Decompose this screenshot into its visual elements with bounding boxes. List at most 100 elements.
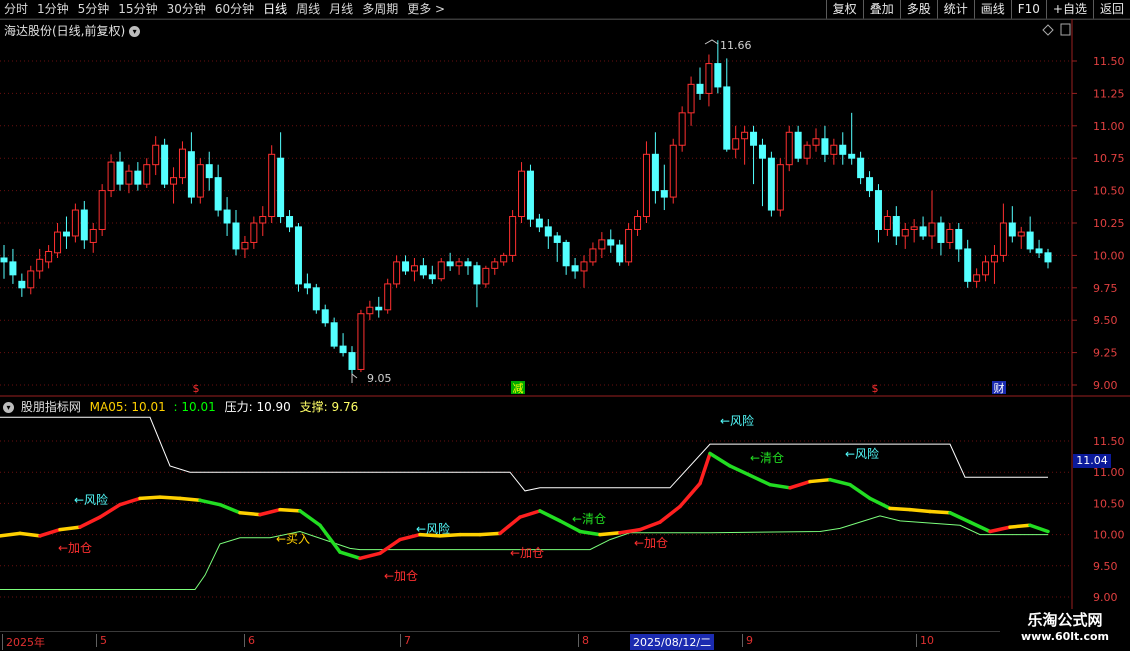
ma-seg-48 — [948, 511, 972, 524]
candle-body-103 — [919, 226, 927, 237]
candle-body-73 — [651, 153, 659, 192]
candle-body-82 — [732, 138, 740, 150]
candle-body-115 — [1026, 231, 1034, 250]
indicator-annotation-10: ←风险 — [845, 446, 879, 461]
ma-seg-35 — [698, 451, 712, 486]
ma-seg-0 — [0, 531, 22, 538]
price-axis-label-5: 10.25 — [1093, 217, 1125, 230]
candle-body-99 — [883, 216, 891, 230]
candle-body-74 — [660, 190, 668, 198]
marker-dollar-1: $ — [193, 382, 200, 395]
price-axis-label-3: 10.75 — [1093, 152, 1125, 165]
indicator-annotation-2: ←买入 — [276, 532, 310, 546]
candle-body-95 — [848, 153, 856, 159]
ma-seg-3 — [58, 525, 82, 532]
ma-seg-24 — [478, 531, 502, 537]
candle-body-13 — [116, 161, 124, 185]
candle-body-23 — [205, 164, 213, 179]
candle-body-4 — [36, 258, 44, 272]
candle-body-51 — [455, 261, 463, 267]
candle-body-84 — [750, 131, 758, 146]
candle-body-96 — [857, 157, 865, 179]
ind-axis-label-0: 11.50 — [1093, 435, 1125, 448]
candle-body-77 — [687, 83, 695, 114]
ma-seg-11 — [218, 502, 242, 515]
candle-body-91 — [812, 138, 820, 146]
candle-body-87 — [776, 164, 784, 211]
indicator-name: 股朋指标网 — [20, 400, 81, 414]
indicator-annotation-4: ←加仓 — [384, 569, 418, 583]
candle-body-112 — [999, 222, 1007, 256]
ma-seg-10 — [198, 498, 222, 507]
candle-body-40 — [357, 313, 365, 370]
ma-seg-13 — [258, 507, 282, 517]
candle-body-66 — [589, 248, 597, 263]
candle-body-57 — [509, 216, 517, 256]
candle-body-17 — [152, 144, 160, 166]
pressure-label: 压力: 10.90 — [224, 400, 291, 414]
high-price-label: 11.66 — [720, 39, 752, 52]
ma-seg-42 — [828, 477, 852, 487]
candle-body-61 — [544, 226, 552, 237]
candle-body-18 — [161, 144, 169, 185]
candle-body-29 — [259, 216, 267, 224]
candle-body-89 — [794, 131, 802, 159]
candle-body-25 — [223, 209, 231, 224]
ind-axis-label-5: 9.00 — [1093, 591, 1118, 604]
candle-body-109 — [973, 274, 981, 282]
indicator-annotation-7: ←加仓 — [634, 536, 668, 550]
ma-seg-9 — [178, 496, 202, 503]
ind-axis-label-3: 10.00 — [1093, 529, 1125, 542]
ma-seg-18 — [358, 551, 382, 561]
candle-body-46 — [410, 265, 418, 272]
candle-body-81 — [723, 86, 731, 150]
candle-body-19 — [170, 177, 178, 185]
ma-seg-45 — [888, 506, 912, 512]
kline-chart[interactable]: 11.50 11.25 11.00 10.75 10.50 10.25 10.00 9.75 9… — [0, 0, 1130, 650]
candle-body-43 — [384, 283, 392, 311]
date-label-6: 9 — [742, 634, 753, 647]
candle-body-72 — [642, 153, 650, 218]
price-axis-label-10: 9.00 — [1093, 379, 1118, 392]
candle-body-110 — [982, 261, 990, 276]
price-axis-label-0: 11.50 — [1093, 55, 1125, 68]
marker-reduce: 减 — [513, 382, 524, 395]
ma-seg-1 — [18, 531, 42, 538]
candle-body-0 — [0, 257, 8, 263]
candle-body-114 — [1017, 231, 1025, 237]
candle-body-75 — [669, 144, 677, 198]
candle-body-113 — [1008, 222, 1016, 237]
ma-seg-36 — [708, 451, 732, 468]
ma-seg-39 — [768, 482, 792, 490]
candle-body-34 — [303, 283, 311, 289]
ma-seg-27 — [538, 509, 562, 523]
indicator-annotation-3: ←风险 — [416, 521, 450, 536]
candle-body-1 — [9, 261, 17, 276]
ma-seg-25 — [498, 515, 522, 536]
candle-body-36 — [321, 309, 329, 324]
candle-body-21 — [187, 151, 195, 198]
ma-seg-52 — [1028, 523, 1050, 534]
support-label: 支撑: 9.76 — [299, 400, 359, 414]
chevron-down-icon-2[interactable]: ▾ — [3, 402, 14, 413]
candle-body-28 — [250, 222, 258, 243]
candle-body-26 — [232, 222, 240, 250]
ma-seg-38 — [748, 473, 772, 487]
ma-seg-49 — [968, 520, 992, 534]
ma-seg-17 — [338, 550, 362, 561]
candle-body-12 — [107, 161, 115, 192]
current-price-tag: 11.04 — [1073, 454, 1111, 468]
candle-body-111 — [990, 254, 998, 263]
candle-body-37 — [330, 322, 338, 347]
ma-seg-7 — [138, 495, 162, 501]
candle-body-47 — [419, 265, 427, 276]
candle-body-90 — [803, 144, 811, 159]
candle-body-54 — [482, 267, 490, 285]
candle-body-67 — [598, 239, 606, 250]
ma-seg-41 — [808, 477, 832, 484]
ma-seg-8 — [158, 495, 182, 501]
ma-seg-19 — [378, 537, 402, 556]
price-axis-label-1: 11.25 — [1093, 87, 1125, 100]
candle-body-38 — [339, 345, 347, 354]
indicator-annotation-6: ←清仓 — [572, 512, 606, 526]
